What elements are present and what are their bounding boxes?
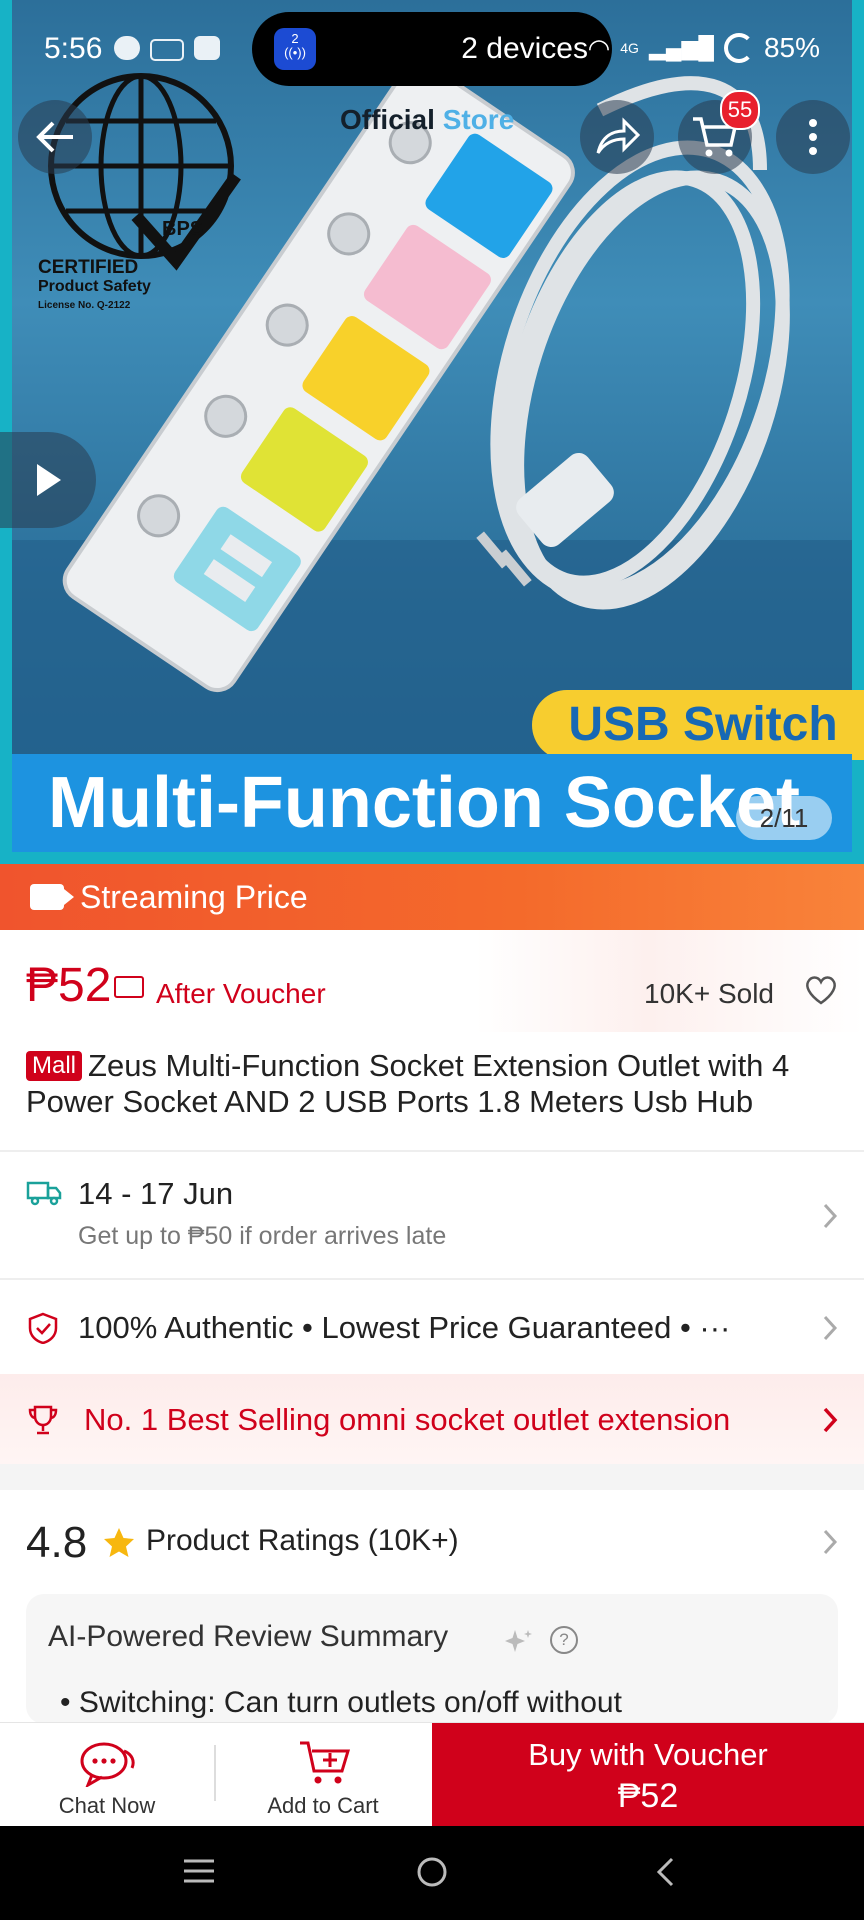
help-icon[interactable]: ? xyxy=(550,1626,578,1654)
voucher-icon xyxy=(114,976,144,998)
price-row: ₱52 After Voucher 10K+ Sold xyxy=(0,930,864,1032)
ai-summary-bullet: • Switching: Can turn outlets on/off wit… xyxy=(60,1686,622,1719)
shipping-row[interactable] xyxy=(0,1152,864,1278)
product-title-text: Zeus Multi-Function Socket Extension Out… xyxy=(26,1048,790,1119)
dynamic-island[interactable]: 2 ((•)) 2 devices xyxy=(252,12,612,86)
product-title: Mall Zeus Multi-Function Socket Extension… xyxy=(26,1048,840,1120)
play-video-button[interactable] xyxy=(0,432,96,528)
best-selling-text: No. 1 Best Selling omni socket outlet ex… xyxy=(84,1402,731,1437)
share-icon xyxy=(596,117,640,154)
chat-bubbles-icon xyxy=(80,1742,135,1787)
chat-now-label: Chat Now xyxy=(58,1793,156,1818)
chevron-right-icon xyxy=(823,1407,838,1433)
hotspot-icon: ◠ xyxy=(587,32,611,63)
ai-summary-title: AI-Powered Review Summary xyxy=(48,1620,449,1653)
truck-icon xyxy=(26,1181,62,1206)
chat-now-button[interactable]: Chat Now xyxy=(0,1723,214,1827)
add-to-cart-label: Add to Cart xyxy=(267,1793,379,1818)
back-button[interactable] xyxy=(18,100,92,174)
bottom-action-bar: Chat Now Add to Cart Buy with Voucher ₱5… xyxy=(0,1722,864,1827)
buy-label: Buy with Voucher xyxy=(528,1737,768,1772)
star-icon xyxy=(104,1528,134,1557)
cart-plus-icon xyxy=(300,1741,351,1784)
status-bar: 5:56 2 ((•)) 2 devices ◠ 4G ▂▄▆█ 85% xyxy=(0,0,864,100)
arrow-left-icon xyxy=(36,121,73,153)
image-counter: 2/11 xyxy=(736,796,832,840)
home-icon[interactable] xyxy=(416,1856,448,1888)
status-time: 5:56 xyxy=(44,32,103,65)
broadcast-icon: 2 ((•)) xyxy=(274,28,316,70)
video-icon xyxy=(30,884,74,910)
battery-ring-icon xyxy=(723,33,754,63)
after-voucher-label: After Voucher xyxy=(156,978,326,1009)
status-right-icons: ◠ 4G ▂▄▆█ 85% xyxy=(588,32,820,64)
multi-function-banner: Multi-Function Socket xyxy=(12,754,852,852)
chevron-right-icon xyxy=(823,1315,838,1341)
notification-icons xyxy=(114,36,220,61)
more-vertical-icon xyxy=(809,119,817,155)
more-options-button[interactable] xyxy=(776,100,850,174)
add-to-cart-button[interactable]: Add to Cart xyxy=(216,1723,430,1827)
card-icon xyxy=(150,39,184,61)
buy-price: ₱52 xyxy=(617,1777,679,1815)
official-store-label: Official Store xyxy=(340,104,515,135)
price-amount: ₱52 xyxy=(26,959,112,1012)
cert-label: BPS CERTIFIED Product Safety License No.… xyxy=(38,218,204,311)
devices-label: 2 devices xyxy=(461,32,588,65)
signal-icon: ▂▄▆█ xyxy=(648,35,714,60)
back-nav-icon[interactable] xyxy=(654,1856,676,1888)
chevron-right-icon xyxy=(823,1529,838,1555)
product-ratings-label: Product Ratings (10K+) xyxy=(146,1524,459,1557)
product-image-carousel[interactable]: BPS CERTIFIED Product Safety License No.… xyxy=(0,0,864,864)
late-delivery-note: Get up to ₱50 if order arrives late xyxy=(78,1222,447,1250)
sold-count: 10K+ Sold xyxy=(644,978,774,1009)
rating-score: 4.8 xyxy=(26,1518,88,1567)
shield-check-icon xyxy=(28,1312,58,1344)
chevron-right-icon xyxy=(823,1203,838,1229)
guarantee-text: 100% Authentic • Lowest Price Guaranteed… xyxy=(78,1310,731,1345)
streaming-price-bar[interactable]: Streaming Price xyxy=(0,864,864,930)
mall-badge: Mall xyxy=(26,1051,83,1081)
delivery-date: 14 - 17 Jun xyxy=(78,1176,234,1211)
share-button[interactable] xyxy=(580,100,654,174)
network-label: 4G xyxy=(620,40,639,56)
cart-button[interactable]: 55 xyxy=(678,90,760,174)
chat-bubble-icon xyxy=(114,36,140,60)
streaming-price-label: Streaming Price xyxy=(80,878,308,915)
section-gap xyxy=(0,1464,864,1490)
buy-with-voucher-button[interactable]: Buy with Voucher ₱52 xyxy=(432,1723,864,1827)
sparkle-icon xyxy=(505,1630,532,1652)
trophy-icon xyxy=(28,1405,58,1435)
cart-count-badge: 55 xyxy=(720,90,760,130)
system-nav-bar xyxy=(0,1826,864,1920)
play-icon xyxy=(37,464,61,496)
ai-review-summary[interactable]: AI-Powered Review Summary ? • Switching:… xyxy=(26,1594,838,1724)
battery-percent: 85% xyxy=(763,32,820,63)
usb-switch-banner: USB Switch xyxy=(532,690,864,760)
best-selling-banner[interactable]: No. 1 Best Selling omni socket outlet ex… xyxy=(0,1374,864,1464)
heart-icon[interactable] xyxy=(804,974,838,1006)
menu-icon[interactable] xyxy=(182,1856,216,1886)
app-icon xyxy=(194,36,220,60)
